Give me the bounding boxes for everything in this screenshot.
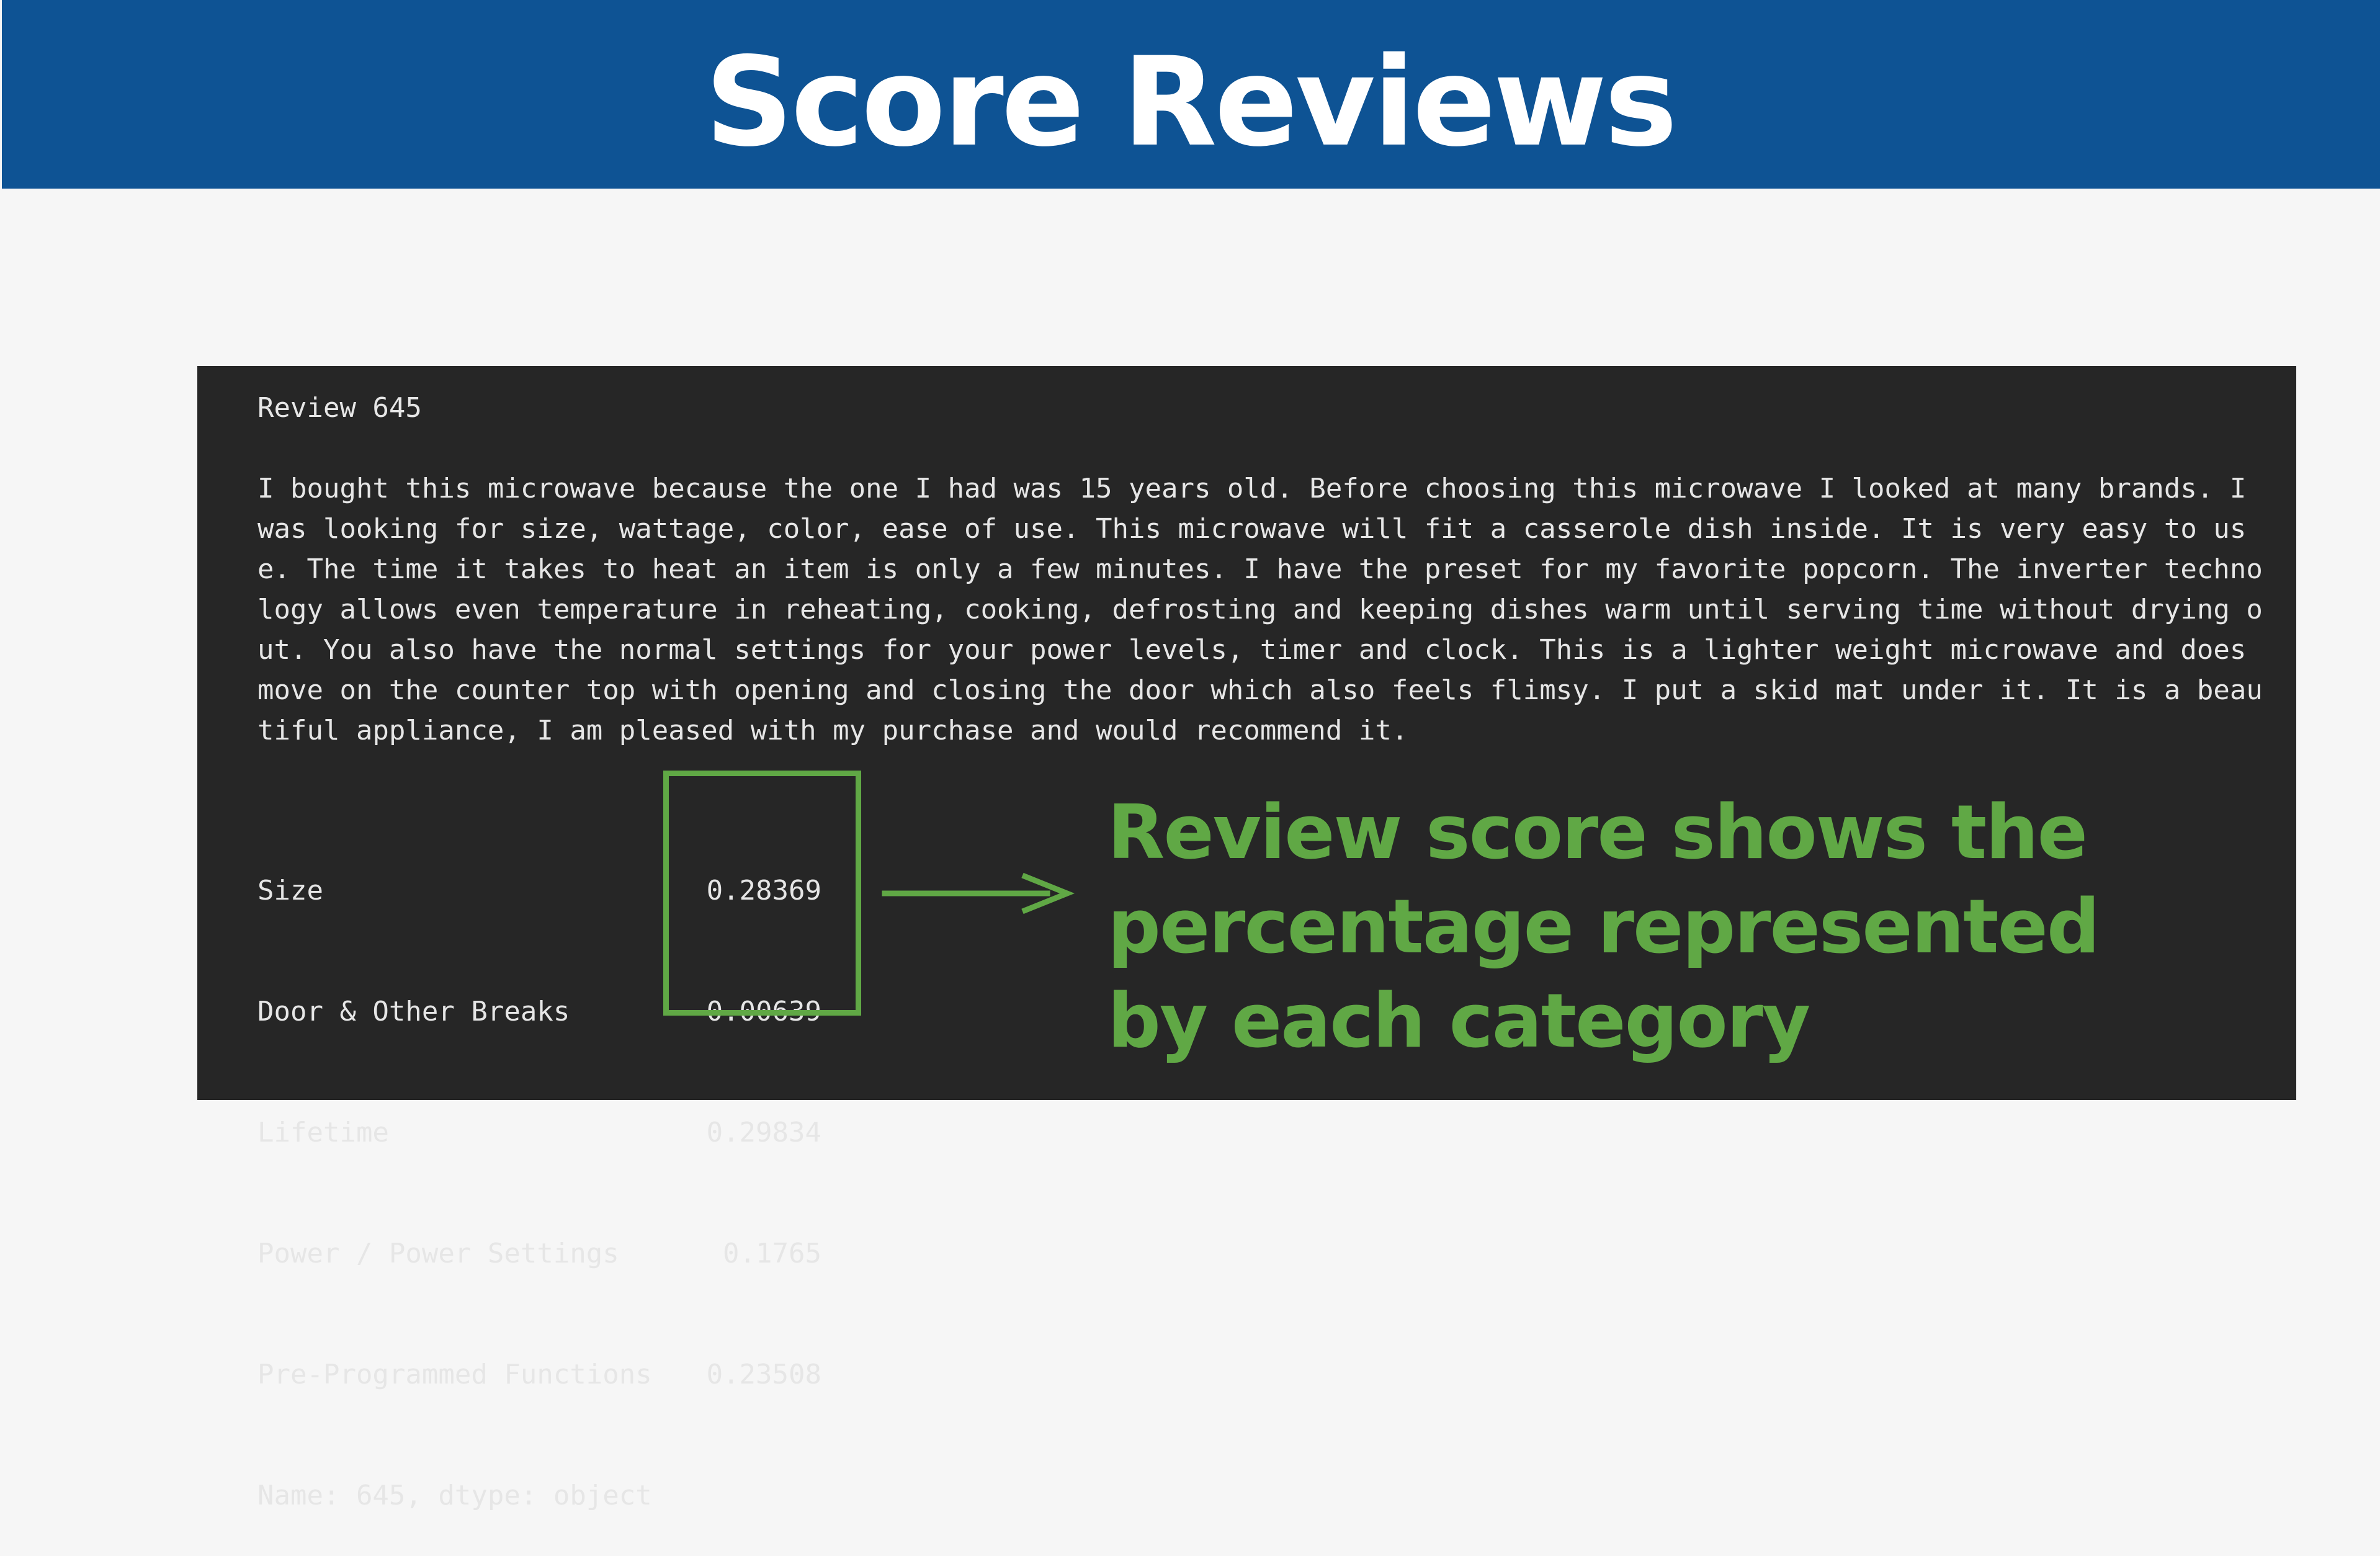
- score-label-power-settings: Power / Power Settings: [257, 1238, 619, 1269]
- annotation-line-1: Review score shows the: [1107, 790, 2088, 876]
- score-highlight-box: [663, 771, 861, 1016]
- slide-title: Score Reviews: [705, 30, 1678, 174]
- score-labels: Size Door & Other Breaks Lifetime Power …: [257, 790, 652, 1556]
- annotation-line-3: by each category: [1107, 978, 1810, 1065]
- score-value-power-settings: 0.1765: [723, 1238, 821, 1269]
- score-value-pre-programmed-functions: 0.23508: [706, 1359, 821, 1390]
- annotation-text: Review score shows the percentage repres…: [1107, 786, 2100, 1069]
- series-footer: Name: 645, dtype: object: [257, 1480, 652, 1511]
- review-text: I bought this microwave because the one …: [257, 473, 2263, 746]
- arrow-right-icon: [882, 872, 1075, 914]
- annotation-line-2: percentage represented: [1107, 884, 2100, 970]
- review-title: Review 645: [257, 392, 422, 424]
- score-value-lifetime: 0.29834: [706, 1117, 821, 1148]
- score-label-door-other-breaks: Door & Other Breaks: [257, 996, 570, 1027]
- score-label-pre-programmed-functions: Pre-Programmed Functions: [257, 1359, 652, 1390]
- score-label-size: Size: [257, 875, 323, 906]
- score-label-lifetime: Lifetime: [257, 1117, 389, 1148]
